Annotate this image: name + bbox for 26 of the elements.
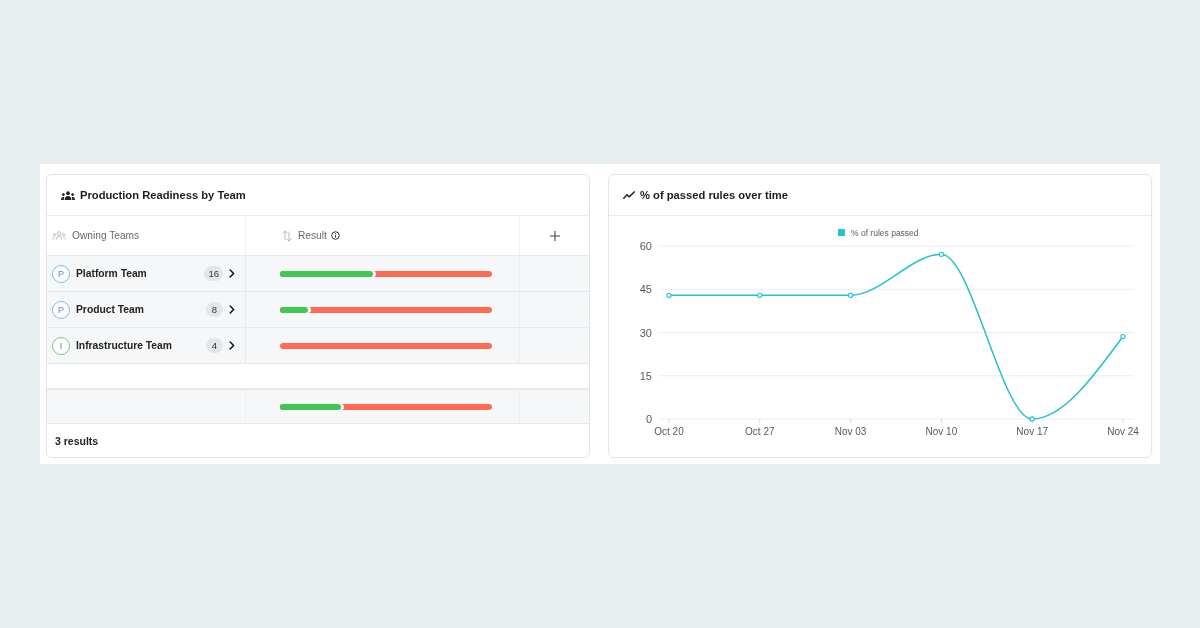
x-axis-label: Nov 03	[834, 426, 867, 437]
x-axis-label: Nov 10	[925, 426, 958, 437]
y-axis-label: 15	[639, 369, 652, 382]
y-axis-label: 60	[639, 240, 652, 252]
count-badge: 8	[206, 302, 223, 317]
legend-label: % of rules passed	[851, 228, 919, 238]
column-header: Owning Teams	[72, 230, 140, 241]
team-avatar: I	[52, 336, 70, 355]
team-avatar: P	[52, 300, 70, 319]
results-count: 3 results	[55, 434, 99, 447]
panel-title: Production Readiness by Team	[80, 189, 246, 201]
x-axis-label: Oct 20	[654, 426, 684, 437]
team-name: Infrastructure Team	[76, 340, 173, 351]
team-avatar: P	[52, 264, 70, 283]
x-axis-label: Nov 24	[1107, 426, 1139, 437]
team-name: Platform Team	[76, 268, 148, 279]
y-axis-label: 30	[639, 326, 652, 339]
x-axis-label: Nov 17	[1016, 426, 1049, 437]
count-badge: 16	[204, 266, 223, 281]
count-badge: 4	[206, 338, 223, 353]
column-header: Result	[298, 230, 327, 241]
y-axis-label: 45	[639, 283, 652, 296]
panel-title: % of passed rules over time	[640, 189, 788, 201]
x-axis-label: Oct 27	[745, 426, 775, 437]
y-axis-label: 0	[645, 413, 652, 425]
team-name: Product Team	[76, 304, 145, 315]
